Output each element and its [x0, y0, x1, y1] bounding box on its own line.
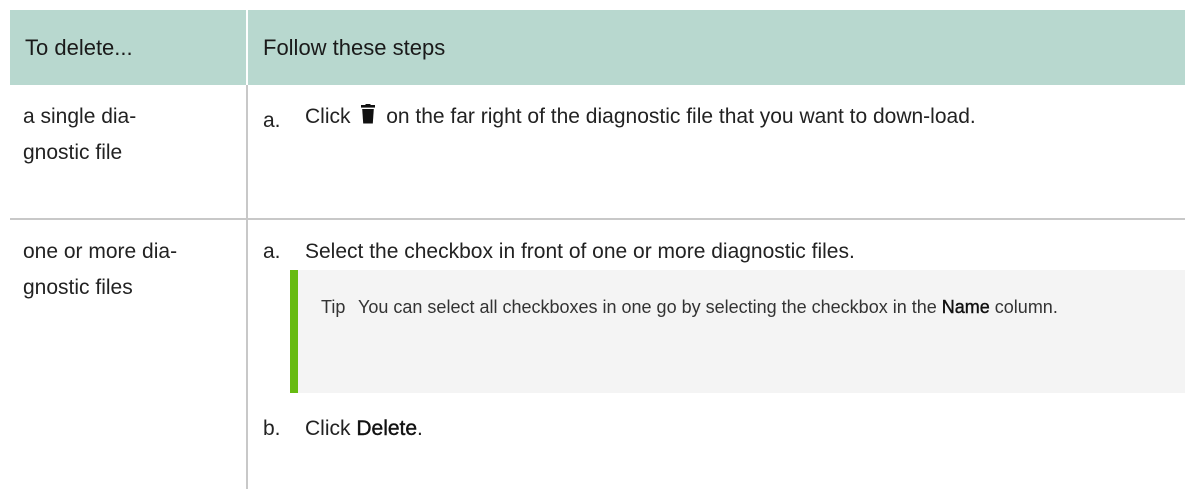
step-pre-text: Click — [305, 417, 351, 440]
step-letter: a. — [263, 109, 281, 132]
trash-icon[interactable] — [360, 104, 376, 124]
header-follow-steps: Follow these steps — [247, 10, 1185, 85]
step-letter: b. — [263, 417, 281, 440]
table-row: one or more dia- gnostic files a. Select… — [10, 219, 1185, 489]
delete-keyword: Delete — [356, 417, 418, 440]
step-letter: a. — [263, 240, 281, 263]
tip-bold-text: Name — [941, 297, 990, 317]
step-item: a. Select the checkbox in front of one o… — [248, 234, 1185, 270]
step-text: Click Delete. — [305, 411, 1185, 447]
tip-label: Tip — [321, 297, 346, 317]
table-header-row: To delete... Follow these steps — [10, 10, 1185, 85]
target-cell: one or more dia- gnostic files — [10, 219, 248, 489]
tip-pre-text: You can select all checkboxes in one go … — [358, 297, 937, 317]
target-text: one or more dia- gnostic files — [23, 240, 178, 299]
steps-cell: a. Click on the far right of the diagnos… — [247, 85, 1185, 220]
steps-cell: a. Select the checkbox in front of one o… — [247, 219, 1185, 489]
step-post-text: . — [417, 417, 423, 440]
step-item: a. Click on the far right of the diagnos… — [248, 99, 1185, 139]
step-post-text: on the far right of the diagnostic file … — [386, 105, 976, 128]
step-item: b. Click Delete. — [248, 411, 1185, 447]
step-text: Click on the far right of the diagnostic… — [305, 99, 1185, 135]
target-text: a single dia- gnostic file — [23, 105, 137, 164]
header-to-delete: To delete... — [10, 10, 248, 85]
tip-post-text: column. — [994, 297, 1058, 317]
step-pre-text: Click — [305, 105, 351, 128]
tip-box: Tip You can select all checkboxes in one… — [290, 270, 1185, 393]
steps-table: To delete... Follow these steps a single… — [10, 10, 1185, 489]
target-cell: a single dia- gnostic file — [10, 85, 248, 220]
step-text: Select the checkbox in front of one or m… — [305, 240, 855, 263]
table-row: a single dia- gnostic file a. Click on t… — [10, 85, 1185, 220]
